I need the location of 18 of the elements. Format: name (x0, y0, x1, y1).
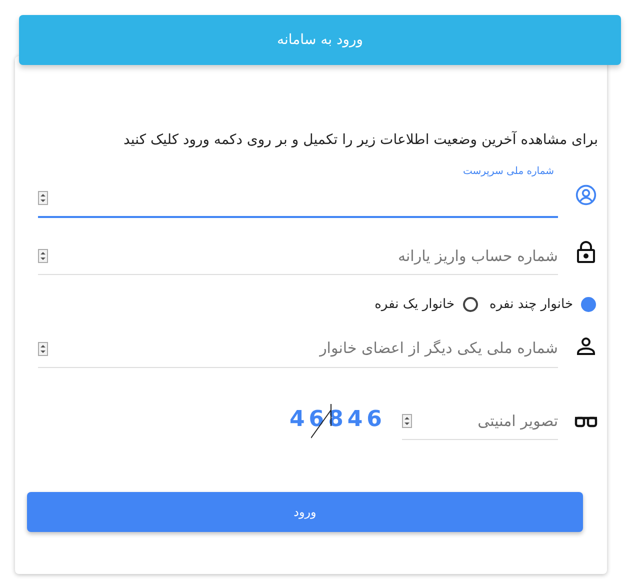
header-title: ورود به سامانه (277, 30, 363, 50)
captcha-field[interactable]: تصویر امنیتی (402, 404, 558, 440)
lock-icon (576, 241, 596, 263)
person-icon (576, 336, 596, 356)
spinner-icon[interactable] (38, 191, 48, 205)
instruction-text: برای مشاهده آخرین وضعیت اطلاعات زیر را تکمیل و بر روی دکمه ورود کلیک کنید (122, 130, 598, 150)
radio-option[interactable]: خانوار یک نفره (374, 295, 478, 314)
login-button[interactable]: ورود (27, 492, 583, 532)
spinner-icon[interactable] (402, 414, 412, 428)
input-field[interactable]: شماره ملی سرپرست (38, 164, 558, 218)
spinner-icon[interactable] (38, 342, 48, 356)
radio-option[interactable]: خانوار چند نفره (490, 295, 596, 314)
user-circle-icon (575, 184, 597, 206)
glasses-icon (574, 416, 598, 428)
input-field[interactable]: شماره حساب واریز یارانه (38, 238, 558, 275)
input-field[interactable]: شماره ملی یکی دیگر از اعضای خانوار (38, 330, 558, 368)
radio-icon[interactable] (462, 297, 478, 312)
spinner-icon[interactable] (38, 249, 48, 263)
